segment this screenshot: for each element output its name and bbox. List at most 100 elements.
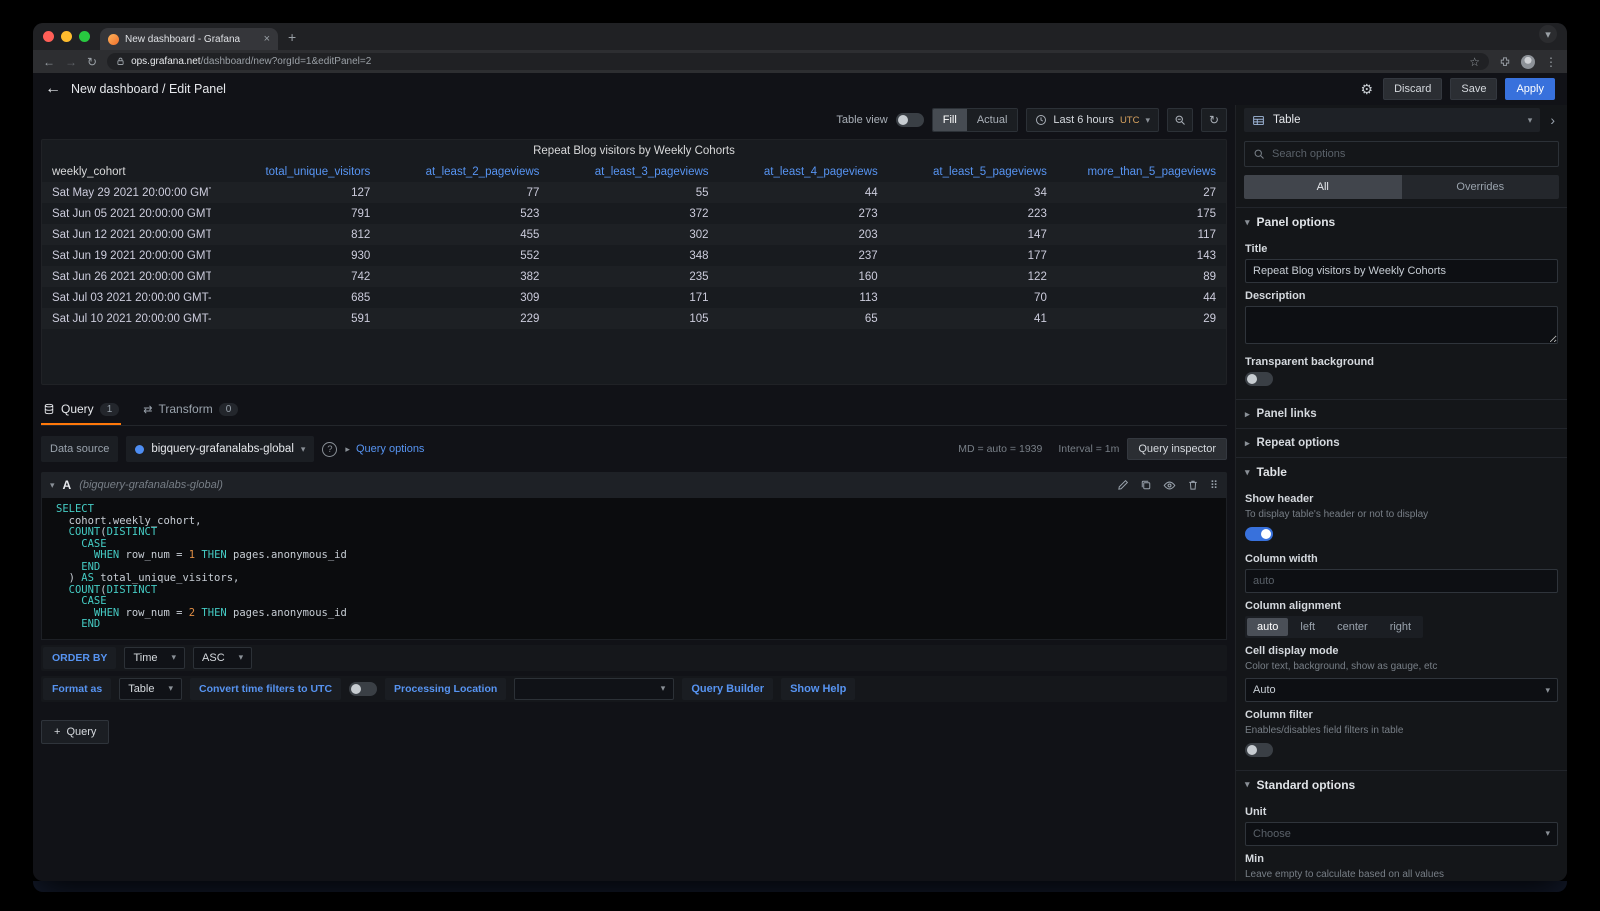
tab-all[interactable]: All (1244, 175, 1402, 199)
order-by-label: ORDER BY (43, 646, 117, 669)
cell-value: 27 (1203, 186, 1216, 199)
forward-icon[interactable]: → (65, 56, 77, 68)
tab-overrides[interactable]: Overrides (1401, 175, 1559, 199)
column-header[interactable]: at_least_2_pageviews (380, 166, 549, 178)
zoom-window-button[interactable] (79, 31, 90, 42)
add-query-button[interactable]: + Query (41, 719, 110, 744)
column-alignment-group: auto left center right (1245, 615, 1424, 638)
show-help-link[interactable]: Show Help (781, 677, 856, 700)
format-as-select[interactable]: Table ▾ (119, 677, 183, 700)
fill-option[interactable]: Fill (932, 109, 967, 131)
standard-options-header[interactable]: ▾ Standard options (1236, 769, 1567, 799)
table-row[interactable]: Sat Jul 03 2021 20:00:00 GMT-0400 (Ea...… (42, 287, 1226, 308)
alignment-center[interactable]: center (1327, 618, 1378, 636)
table-row[interactable]: Sat Jun 26 2021 20:00:00 GMT-0400 (E... 7… (42, 266, 1226, 287)
sql-code-line: COUNT(DISTINCT (56, 526, 158, 538)
column-alignment-label: Column alignment (1245, 599, 1341, 612)
chevron-down-icon[interactable]: ▾ (50, 480, 55, 491)
table-view-toggle[interactable] (895, 113, 924, 127)
column-filter-toggle[interactable] (1245, 742, 1273, 757)
browser-tab[interactable]: New dashboard - Grafana × (100, 28, 278, 50)
search-input[interactable] (1272, 148, 1550, 160)
options-scroll-area[interactable]: ▾ Panel options Title Description Transp… (1236, 207, 1567, 881)
visualization-select[interactable]: Table ▾ (1244, 108, 1541, 132)
table-options-header[interactable]: ▾ Table (1236, 457, 1567, 486)
panel-links-section[interactable]: ▸ Panel links (1236, 399, 1567, 428)
description-input[interactable] (1245, 306, 1558, 344)
query-inspector-button[interactable]: Query inspector (1127, 438, 1227, 460)
help-icon[interactable]: ? (322, 441, 338, 457)
refresh-button[interactable]: ↻ (1201, 108, 1227, 132)
drag-grip-icon[interactable]: ⠿ (1210, 479, 1218, 492)
tab-query[interactable]: Query 1 (41, 395, 122, 425)
zoom-out-time-button[interactable] (1167, 108, 1193, 132)
order-direction-select[interactable]: ASC ▾ (193, 646, 253, 669)
show-header-toggle[interactable] (1245, 526, 1273, 541)
alignment-right[interactable]: right (1380, 618, 1421, 636)
query-row-header[interactable]: ▾ A (bigquery-grafanalabs-global) ⠿ (41, 472, 1227, 498)
bookmark-star-icon[interactable]: ☆ (1469, 56, 1480, 68)
new-tab-button[interactable]: + (288, 29, 296, 45)
minimize-window-button[interactable] (61, 31, 72, 42)
cell-value: 930 (351, 249, 371, 262)
panel-settings-gear-icon[interactable]: ⚙ (1361, 81, 1374, 98)
chevron-down-icon: ▾ (1245, 216, 1250, 227)
processing-location-select[interactable]: ▾ (514, 677, 675, 700)
reload-icon[interactable]: ↻ (87, 56, 97, 68)
tab-strip-menu-icon[interactable]: ▾ (1539, 25, 1557, 43)
results-table: weekly_cohort total_unique_visitors at_lea… (42, 162, 1226, 329)
column-header[interactable]: total_unique_visitors (211, 166, 380, 178)
panel-options-header[interactable]: ▾ Panel options (1236, 207, 1567, 236)
table-row[interactable]: Sat May 29 2021 20:00:00 GMT-0400 (E... 1… (42, 182, 1226, 203)
column-header[interactable]: weekly_cohort (42, 166, 211, 178)
profile-avatar[interactable] (1521, 54, 1535, 69)
alignment-left[interactable]: left (1290, 618, 1325, 636)
collapse-sidebar-icon[interactable]: › (1546, 112, 1559, 128)
apply-button[interactable]: Apply (1505, 78, 1555, 100)
table-row[interactable]: Sat Jun 05 2021 20:00:00 GMT-0400 (E... 7… (42, 203, 1226, 224)
column-width-input[interactable] (1245, 568, 1558, 593)
datasource-select[interactable]: bigquery-grafanalabs-global ▾ (126, 436, 315, 462)
query-builder-link[interactable]: Query Builder (682, 677, 774, 700)
query-options-toggle[interactable]: ▸ Query options (345, 443, 424, 455)
close-window-button[interactable] (43, 31, 54, 42)
column-header[interactable]: more_than_5_pageviews (1057, 166, 1226, 178)
unit-select[interactable]: Choose ▾ (1245, 821, 1558, 846)
tab-close-icon[interactable]: × (264, 33, 270, 45)
back-icon[interactable]: ← (43, 56, 55, 68)
column-header[interactable]: at_least_3_pageviews (549, 166, 718, 178)
table-row[interactable]: Sat Jun 12 2021 20:00:00 GMT-0400 (E... 8… (42, 224, 1226, 245)
duplicate-icon[interactable] (1140, 479, 1152, 491)
alignment-auto[interactable]: auto (1247, 617, 1289, 636)
column-header[interactable]: at_least_4_pageviews (719, 166, 888, 178)
convert-utc-toggle[interactable] (349, 681, 378, 696)
query-options-summary: MD = auto = 1939 Interval = 1m (958, 443, 1119, 455)
repeat-options-section[interactable]: ▸ Repeat options (1236, 428, 1567, 457)
hide-query-eye-icon[interactable] (1163, 479, 1176, 492)
order-by-field-select[interactable]: Time ▾ (124, 646, 186, 669)
extensions-puzzle-icon[interactable] (1499, 56, 1511, 68)
table-row[interactable]: Sat Jul 10 2021 20:00:00 GMT-0400 (Ea...… (42, 308, 1226, 329)
back-arrow-icon[interactable]: ← (45, 80, 61, 98)
time-range-picker[interactable]: Last 6 hours UTC ▾ (1026, 108, 1159, 132)
options-search[interactable] (1244, 141, 1559, 167)
sql-editor[interactable]: SELECT cohort.weekly_cohort, COUNT(DISTI… (41, 498, 1227, 640)
add-query-label: Query (66, 725, 97, 738)
delete-trash-icon[interactable] (1187, 479, 1199, 491)
actual-option[interactable]: Actual (966, 109, 1018, 131)
title-input[interactable] (1245, 259, 1558, 283)
column-header[interactable]: at_least_5_pageviews (888, 166, 1057, 178)
table-row[interactable]: Sat Jun 19 2021 20:00:00 GMT-0400 (E... 9… (42, 245, 1226, 266)
address-bar[interactable]: ops.grafana.net/dashboard/new?orgId=1&ed… (107, 53, 1489, 70)
browser-menu-kebab-icon[interactable]: ⋮ (1545, 56, 1557, 68)
browser-window: New dashboard - Grafana × + ▾ ← → ↻ ops.… (33, 23, 1567, 881)
edit-pencil-icon[interactable] (1117, 479, 1129, 491)
tab-transform[interactable]: ⇄ Transform 0 (141, 395, 240, 425)
cell-display-mode-select[interactable]: Auto ▾ (1245, 678, 1558, 702)
transparent-background-toggle[interactable] (1245, 372, 1273, 386)
discard-button[interactable]: Discard (1383, 78, 1443, 100)
datasource-logo-icon (135, 444, 145, 454)
chevron-right-icon: ▸ (1245, 437, 1250, 448)
section-title: Table (1256, 465, 1287, 479)
save-button[interactable]: Save (1450, 78, 1498, 100)
